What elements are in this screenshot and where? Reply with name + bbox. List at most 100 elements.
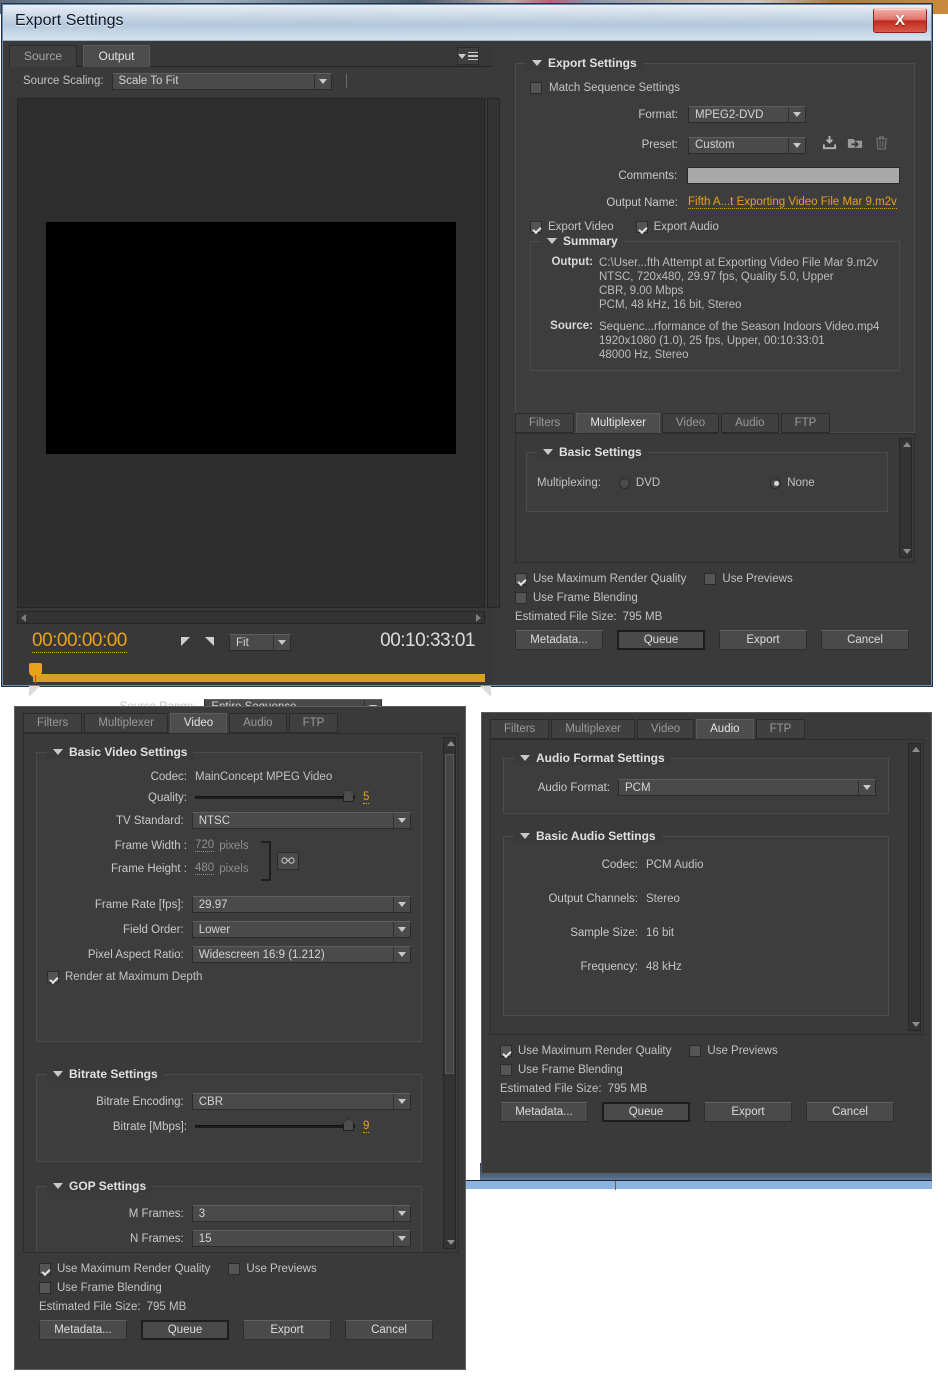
scroll-left-icon[interactable] (21, 613, 26, 622)
settings-vertical-scrollbar[interactable] (899, 438, 912, 558)
tab-audio[interactable]: Audio (696, 719, 754, 739)
playhead-icon[interactable] (29, 663, 42, 684)
max-render-quality-checkbox[interactable] (515, 573, 527, 585)
tv-standard-select[interactable]: NTSC (191, 812, 411, 829)
preview-horizontal-scrollbar[interactable] (17, 611, 485, 624)
tab-source[interactable]: Source (9, 45, 78, 67)
panel-menu-button[interactable] (457, 47, 479, 65)
frame-height-value[interactable]: 480 (195, 862, 215, 875)
set-in-point-icon[interactable] (181, 637, 190, 646)
export-button[interactable]: Export (704, 1102, 792, 1122)
current-timecode[interactable]: 00:00:00:00 (32, 630, 127, 653)
queue-button[interactable]: Queue (141, 1320, 229, 1340)
frame-blending-checkbox[interactable] (515, 592, 527, 604)
out-point-handle[interactable] (480, 686, 491, 697)
audio-vertical-scrollbar[interactable] (908, 743, 921, 1031)
cancel-button[interactable]: Cancel (345, 1320, 433, 1340)
basic-audio-settings-title[interactable]: Basic Audio Settings (514, 829, 662, 843)
tab-ftp[interactable]: FTP (288, 713, 339, 733)
max-render-quality-checkbox[interactable] (39, 1263, 51, 1275)
metadata-button[interactable]: Metadata... (500, 1102, 588, 1122)
match-sequence-row[interactable]: Match Sequence Settings (530, 82, 900, 94)
par-select[interactable]: Widescreen 16:9 (1.212) (191, 946, 411, 963)
comments-input[interactable] (687, 167, 900, 184)
scroll-right-icon[interactable] (476, 613, 481, 622)
video-vertical-scrollbar[interactable] (443, 737, 456, 1249)
quality-slider-knob[interactable] (343, 790, 354, 802)
bitrate-slider[interactable] (195, 1119, 355, 1131)
tab-ftp[interactable]: FTP (780, 413, 831, 433)
audio-format-settings-title[interactable]: Audio Format Settings (514, 751, 671, 765)
export-audio-checkbox[interactable] (635, 221, 648, 233)
metadata-button[interactable]: Metadata... (515, 630, 603, 650)
use-previews-checkbox[interactable] (228, 1263, 241, 1275)
tab-audio[interactable]: Audio (229, 713, 287, 733)
tab-video[interactable]: Video (169, 713, 228, 733)
scroll-down-icon[interactable] (447, 1240, 455, 1245)
use-previews-checkbox[interactable] (704, 573, 717, 585)
quality-slider[interactable] (195, 790, 355, 802)
set-out-point-icon[interactable] (205, 637, 214, 646)
field-order-select[interactable]: Lower (191, 921, 411, 938)
radio-dvd[interactable] (618, 477, 630, 489)
scroll-up-icon[interactable] (903, 442, 911, 447)
format-select[interactable]: MPEG2-DVD (688, 106, 806, 123)
export-button[interactable]: Export (243, 1320, 331, 1340)
use-previews-checkbox[interactable] (689, 1045, 702, 1057)
source-scaling-select[interactable]: Scale To Fit (111, 72, 332, 90)
tab-video[interactable]: Video (661, 413, 720, 433)
bitrate-slider-knob[interactable] (343, 1119, 354, 1131)
frame-blending-checkbox[interactable] (39, 1282, 51, 1294)
twirl-down-icon[interactable] (547, 238, 557, 244)
summary-group-title[interactable]: Summary (541, 234, 624, 248)
frame-blending-checkbox[interactable] (500, 1064, 512, 1076)
tab-ftp[interactable]: FTP (755, 719, 806, 739)
twirl-down-icon[interactable] (532, 60, 542, 66)
cancel-button[interactable]: Cancel (806, 1102, 894, 1122)
quality-value[interactable]: 5 (363, 791, 370, 804)
queue-button[interactable]: Queue (617, 630, 705, 650)
tab-multiplexer[interactable]: Multiplexer (576, 413, 660, 433)
twirl-down-icon[interactable] (53, 749, 63, 755)
close-button[interactable]: X (873, 8, 927, 33)
n-frames-select[interactable]: 15 (191, 1230, 411, 1247)
max-render-quality-checkbox[interactable] (500, 1045, 512, 1057)
preview-vertical-scrollbar[interactable] (487, 98, 500, 608)
twirl-down-icon[interactable] (53, 1071, 63, 1077)
import-preset-icon[interactable] (847, 135, 863, 155)
preset-select[interactable]: Custom (688, 136, 806, 154)
tab-filters[interactable]: Filters (490, 719, 550, 739)
video-preview-area[interactable] (17, 98, 485, 608)
match-sequence-checkbox[interactable] (530, 82, 542, 94)
zoom-level-select[interactable]: Fit (229, 634, 291, 651)
link-dimensions-button[interactable] (276, 851, 299, 870)
scroll-down-icon[interactable] (912, 1022, 920, 1027)
export-settings-group-title[interactable]: Export Settings (526, 56, 643, 70)
export-button[interactable]: Export (719, 630, 807, 650)
scroll-down-icon[interactable] (903, 549, 911, 554)
frame-width-value[interactable]: 720 (195, 839, 215, 852)
queue-button[interactable]: Queue (602, 1102, 690, 1122)
tab-multiplexer[interactable]: Multiplexer (551, 719, 635, 739)
metadata-button[interactable]: Metadata... (39, 1320, 127, 1340)
source-timeline[interactable] (25, 663, 495, 697)
delete-preset-icon[interactable] (875, 135, 888, 155)
save-preset-icon[interactable] (822, 135, 837, 155)
tab-output[interactable]: Output (83, 45, 150, 67)
tab-filters[interactable]: Filters (23, 713, 83, 733)
radio-none[interactable] (770, 477, 782, 489)
render-max-depth-checkbox[interactable] (47, 971, 59, 983)
frame-rate-select[interactable]: 29.97 (191, 896, 411, 913)
bitrate-value[interactable]: 9 (363, 1120, 370, 1133)
gop-settings-title[interactable]: GOP Settings (47, 1179, 153, 1193)
twirl-down-icon[interactable] (53, 1183, 63, 1189)
scrollbar-thumb[interactable] (445, 754, 454, 1074)
export-video-checkbox[interactable] (530, 221, 542, 233)
tab-filters[interactable]: Filters (515, 413, 575, 433)
scroll-up-icon[interactable] (447, 741, 455, 746)
audio-format-select[interactable]: PCM (618, 779, 876, 796)
cancel-button[interactable]: Cancel (821, 630, 909, 650)
tab-multiplexer[interactable]: Multiplexer (84, 713, 168, 733)
basic-video-settings-title[interactable]: Basic Video Settings (47, 745, 194, 759)
tab-video[interactable]: Video (636, 719, 695, 739)
